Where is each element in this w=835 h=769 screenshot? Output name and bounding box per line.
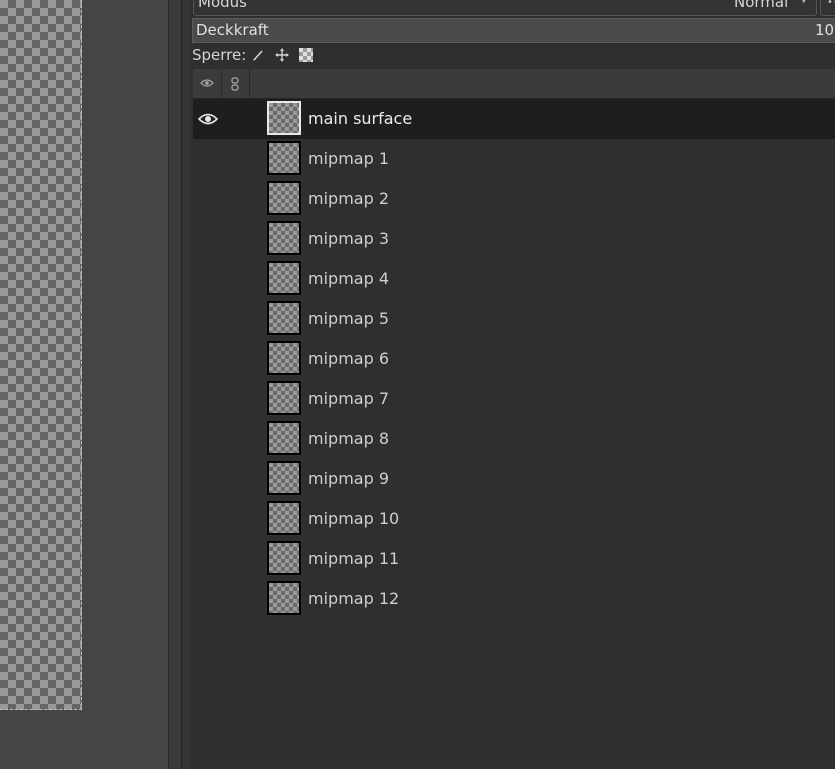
layers-panel: Modus Normal ▼ •• Deckkraft 100 Sperre: <box>190 0 835 769</box>
layer-name[interactable]: mipmap 3 <box>308 229 389 248</box>
layer-thumbnail[interactable] <box>267 341 301 375</box>
layer-row[interactable]: mipmap 8 <box>193 419 835 459</box>
opacity-value[interactable]: 100 <box>815 21 835 39</box>
mode-extra-button[interactable]: •• <box>820 0 835 16</box>
transparent-canvas[interactable] <box>0 0 82 710</box>
more-icon: •• <box>827 0 835 8</box>
layer-name[interactable]: mipmap 8 <box>308 429 389 448</box>
lock-label: Sperre: <box>192 46 247 64</box>
layer-thumbnail[interactable] <box>267 461 301 495</box>
layer-row[interactable]: mipmap 7 <box>193 379 835 419</box>
layer-row[interactable]: mipmap 1 <box>193 139 835 179</box>
visibility-column-header[interactable] <box>193 69 222 98</box>
mode-row: Modus Normal ▼ •• <box>190 0 835 16</box>
layer-thumbnail[interactable] <box>267 381 301 415</box>
layer-name[interactable]: mipmap 7 <box>308 389 389 408</box>
layer-name[interactable]: mipmap 5 <box>308 309 389 328</box>
layer-name[interactable]: mipmap 12 <box>308 589 399 608</box>
lock-row: Sperre: <box>190 44 835 66</box>
mode-dropdown[interactable] <box>193 0 817 16</box>
brush-icon[interactable] <box>251 48 265 62</box>
layer-name[interactable]: mipmap 10 <box>308 509 399 528</box>
layer-thumbnail[interactable] <box>267 421 301 455</box>
layer-name[interactable]: mipmap 4 <box>308 269 389 288</box>
mode-value[interactable]: Normal <box>734 0 788 11</box>
image-canvas-area[interactable] <box>0 0 168 769</box>
opacity-slider[interactable]: Deckkraft 100 <box>192 18 835 43</box>
layer-row[interactable]: main surface <box>193 99 835 139</box>
move-icon[interactable] <box>275 48 289 62</box>
layer-thumbnail[interactable] <box>267 581 301 615</box>
layer-name[interactable]: mipmap 2 <box>308 189 389 208</box>
layer-row[interactable]: mipmap 6 <box>193 339 835 379</box>
chain-icon <box>231 77 239 91</box>
mode-label: Modus <box>198 0 247 11</box>
layer-name[interactable]: mipmap 11 <box>308 549 399 568</box>
layer-thumbnail[interactable] <box>267 141 301 175</box>
layer-row[interactable]: mipmap 2 <box>193 179 835 219</box>
layer-thumbnail[interactable] <box>267 541 301 575</box>
layer-thumbnail[interactable] <box>267 181 301 215</box>
layer-thumbnail[interactable] <box>267 261 301 295</box>
layer-row[interactable]: mipmap 5 <box>193 299 835 339</box>
layer-list-header <box>193 69 835 99</box>
layer-thumbnail[interactable] <box>267 221 301 255</box>
layer-row[interactable]: mipmap 9 <box>193 459 835 499</box>
layer-list: main surface mipmap 1 mipmap 2 mipmap 3 mipm… <box>193 99 835 619</box>
layer-thumbnail[interactable] <box>267 101 301 135</box>
chevron-down-icon[interactable]: ▼ <box>800 0 808 5</box>
eye-icon <box>200 79 214 87</box>
layer-row[interactable]: mipmap 10 <box>193 499 835 539</box>
layer-row[interactable]: mipmap 12 <box>193 579 835 619</box>
eye-icon[interactable] <box>198 111 218 127</box>
layer-thumbnail[interactable] <box>267 301 301 335</box>
opacity-label: Deckkraft <box>196 21 269 39</box>
layer-name[interactable]: mipmap 1 <box>308 149 389 168</box>
layer-thumbnail[interactable] <box>267 501 301 535</box>
layer-name[interactable]: mipmap 6 <box>308 349 389 368</box>
canvas-scrollbar[interactable] <box>168 0 182 769</box>
layer-row[interactable]: mipmap 4 <box>193 259 835 299</box>
layer-row[interactable]: mipmap 3 <box>193 219 835 259</box>
layer-name[interactable]: main surface <box>308 109 412 128</box>
chain-column-header[interactable] <box>221 69 250 98</box>
layer-row[interactable]: mipmap 11 <box>193 539 835 579</box>
layer-name[interactable]: mipmap 9 <box>308 469 389 488</box>
alpha-checker-icon[interactable] <box>299 48 313 62</box>
